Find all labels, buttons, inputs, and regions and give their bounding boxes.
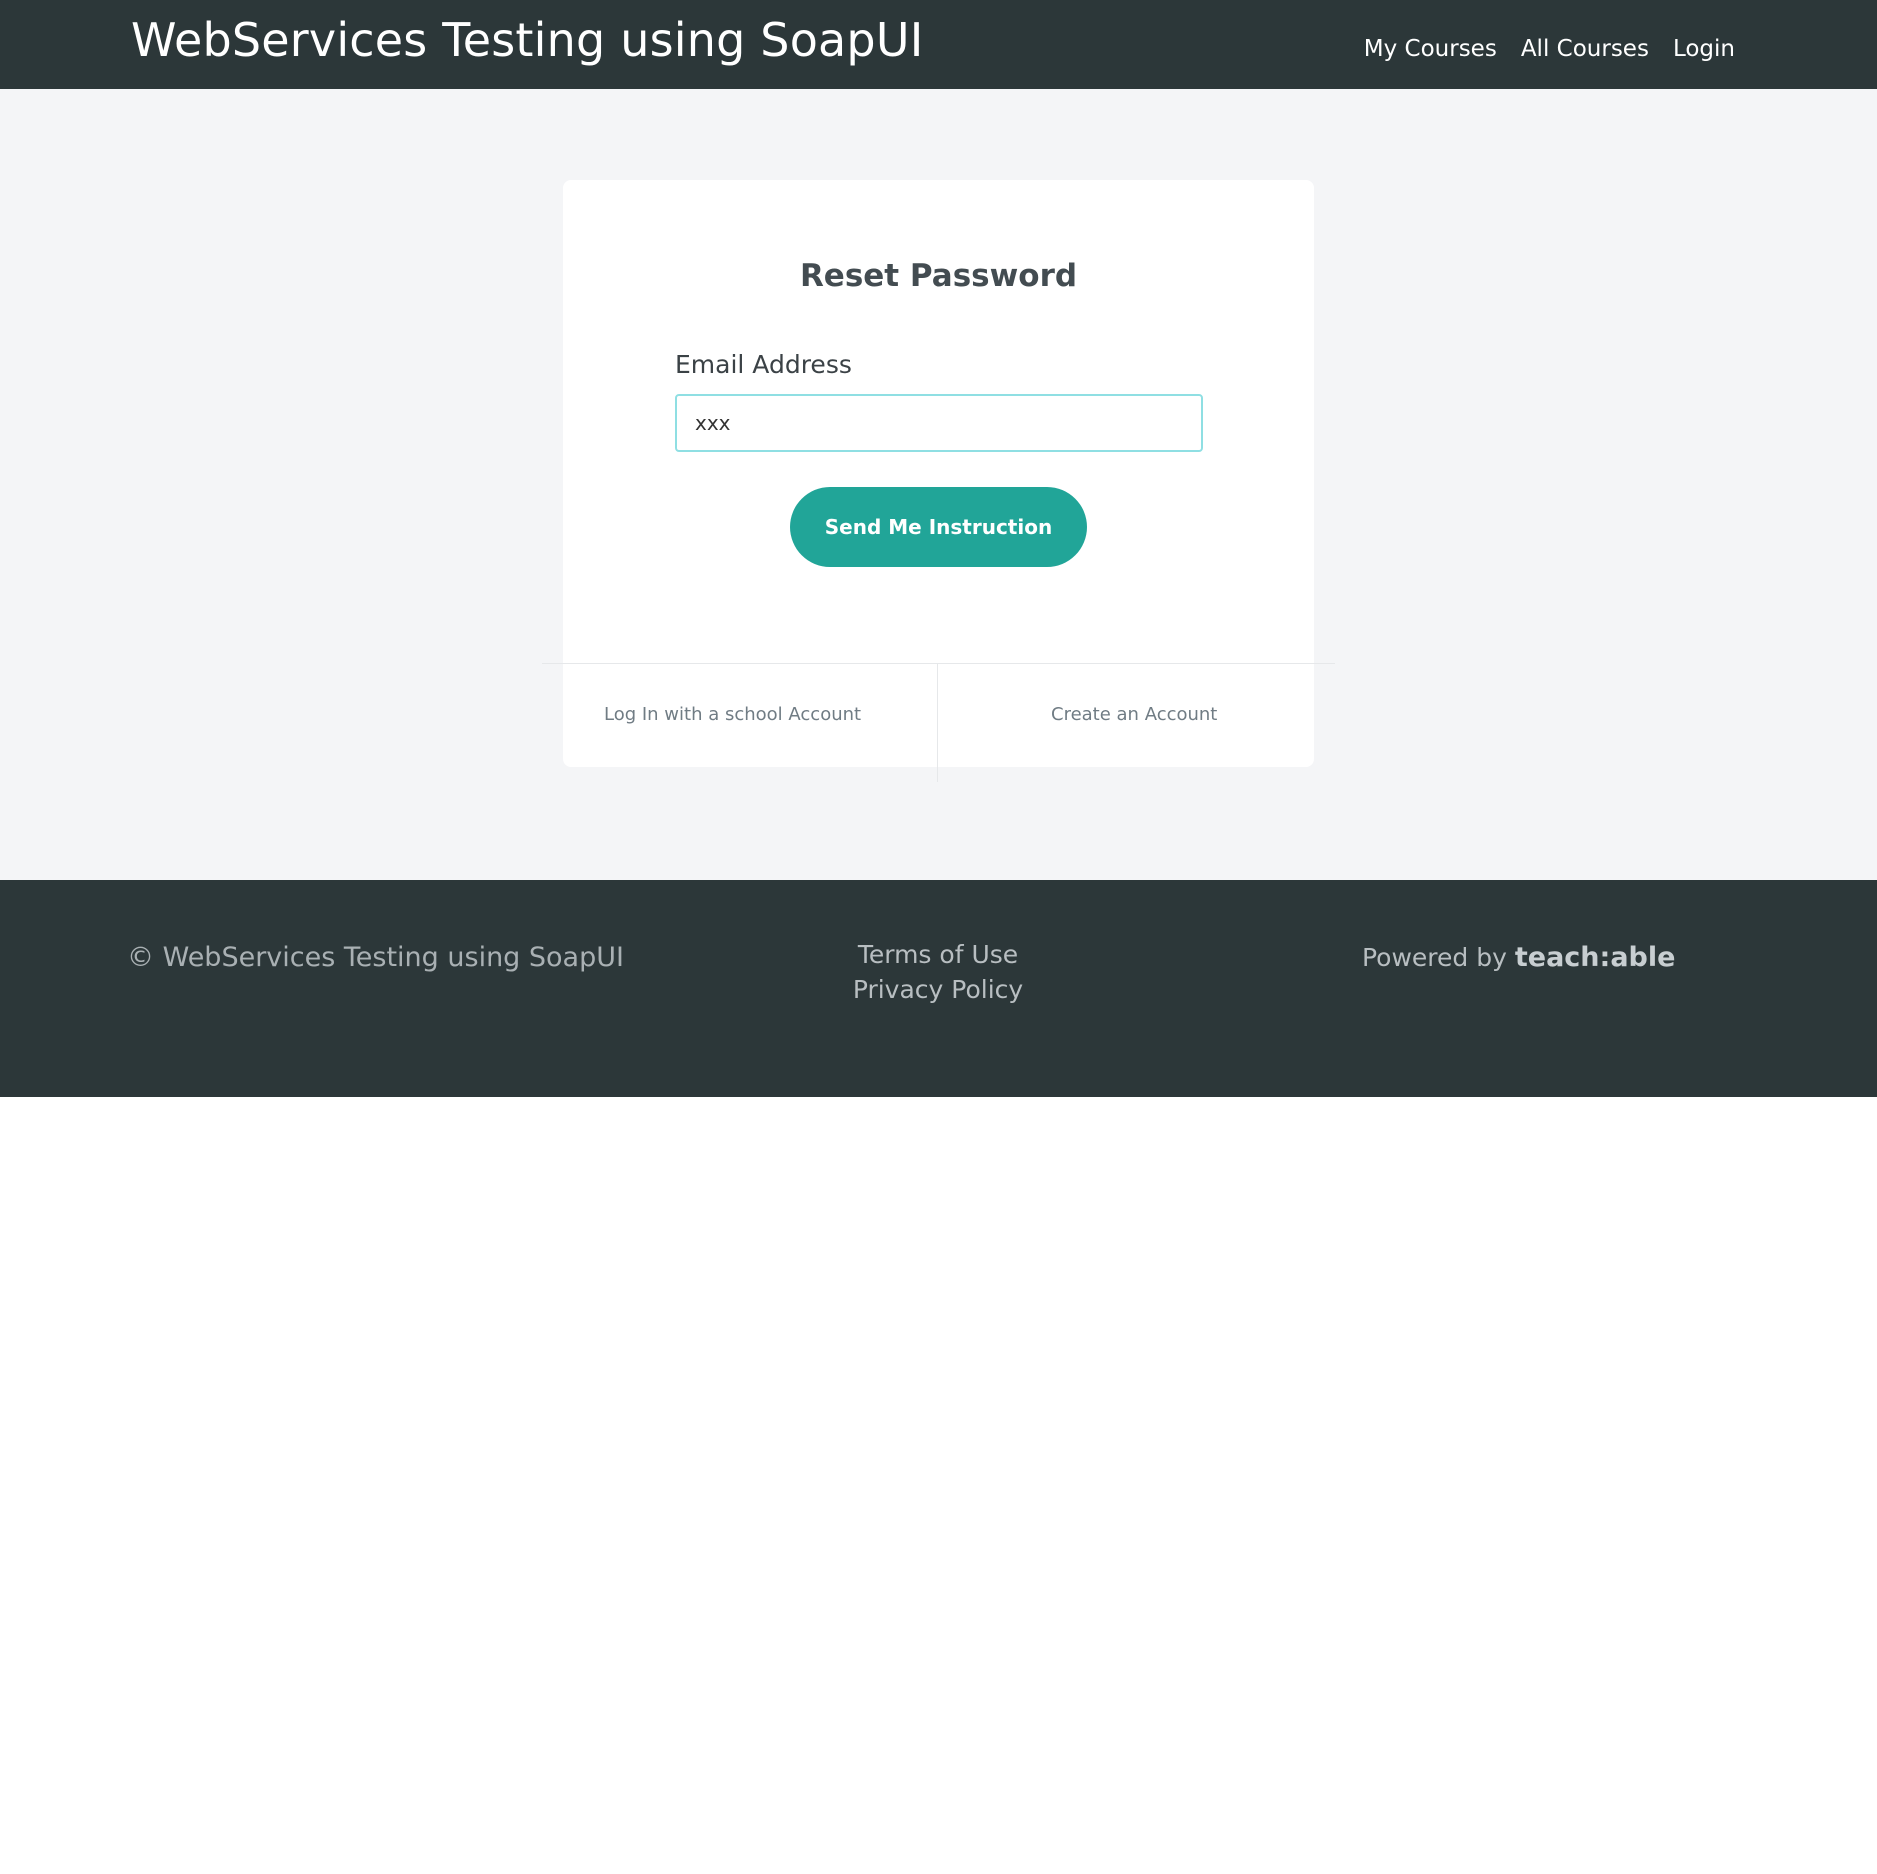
email-field[interactable] xyxy=(675,394,1203,452)
copyright-text: © WebServices Testing using SoapUI xyxy=(127,942,624,973)
privacy-policy-link[interactable]: Privacy Policy xyxy=(853,975,1023,1004)
main-content: Reset Password Email Address Send Me Ins… xyxy=(0,89,1877,880)
site-title[interactable]: WebServices Testing using SoapUI xyxy=(131,13,923,67)
page-title: Reset Password xyxy=(799,258,1078,294)
card-divider xyxy=(542,663,1335,664)
terms-of-use-link[interactable]: Terms of Use xyxy=(858,940,1018,969)
reset-password-card: Reset Password Email Address Send Me Ins… xyxy=(542,180,1335,782)
footer-links: Terms of Use Privacy Policy xyxy=(838,940,1038,1004)
teachable-logo: teach:able xyxy=(1514,942,1676,973)
site-header: WebServices Testing using SoapUI My Cour… xyxy=(0,0,1877,89)
powered-by-link[interactable]: Powered by teach:able xyxy=(1362,942,1675,973)
site-footer: © WebServices Testing using SoapUI Terms… xyxy=(0,880,1877,1097)
email-label: Email Address xyxy=(675,350,852,379)
nav-all-courses[interactable]: All Courses xyxy=(1521,36,1649,62)
nav-login[interactable]: Login xyxy=(1673,36,1735,62)
nav-my-courses[interactable]: My Courses xyxy=(1364,36,1497,62)
send-instruction-button[interactable]: Send Me Instruction xyxy=(790,487,1087,567)
powered-by-text: Powered by xyxy=(1362,943,1507,972)
create-account-link[interactable]: Create an Account xyxy=(1051,704,1217,725)
card-vertical-divider xyxy=(937,664,938,782)
main-nav: My Courses All Courses Login xyxy=(1364,36,1735,62)
school-login-link[interactable]: Log In with a school Account xyxy=(604,704,861,725)
